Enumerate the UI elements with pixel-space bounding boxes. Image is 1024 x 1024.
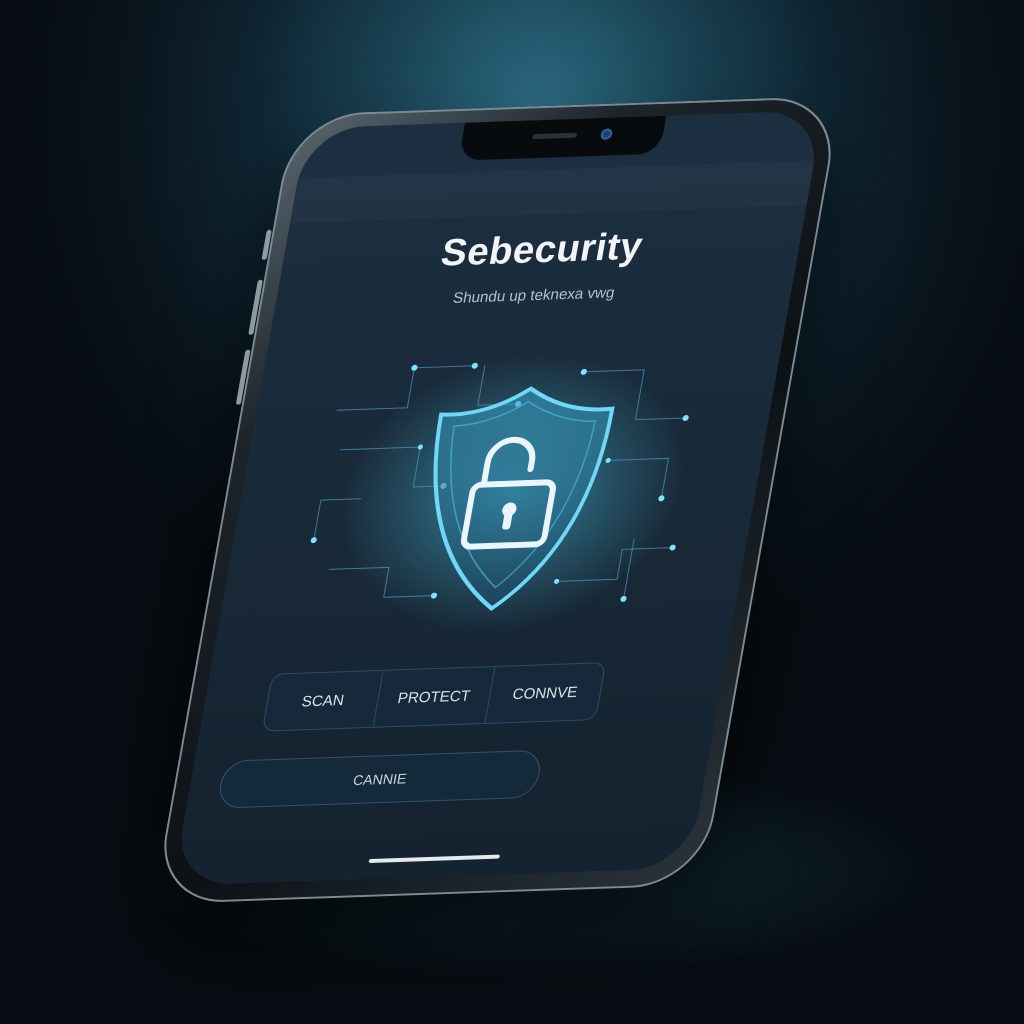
tab-protect[interactable]: PROTECT bbox=[373, 666, 496, 727]
home-indicator[interactable] bbox=[367, 854, 500, 864]
top-bar bbox=[290, 160, 814, 223]
mute-switch bbox=[261, 229, 272, 260]
tab-scan[interactable]: SCAN bbox=[262, 670, 384, 731]
phone-screen: Sebecurity Shundu up teknexa vwg SCAN PR… bbox=[172, 110, 824, 886]
notch bbox=[457, 115, 666, 161]
app-subtitle: Shundu up teknexa vwg bbox=[451, 284, 616, 307]
phone-stage: Sebecurity Shundu up teknexa vwg SCAN PR… bbox=[0, 0, 1024, 1024]
volume-down-button bbox=[235, 349, 251, 405]
front-camera-icon bbox=[599, 128, 613, 140]
speaker-grille bbox=[531, 132, 577, 140]
hero-illustration bbox=[274, 337, 730, 651]
volume-up-button bbox=[248, 279, 263, 335]
circuit-network bbox=[310, 353, 689, 634]
phone-device: Sebecurity Shundu up teknexa vwg SCAN PR… bbox=[153, 95, 842, 905]
app-title: Sebecurity bbox=[437, 225, 646, 275]
tab-connve[interactable]: CONNVE bbox=[485, 663, 605, 723]
primary-action-button[interactable]: CANNIE bbox=[216, 749, 544, 809]
mode-tabs: SCAN PROTECT CONNVE bbox=[261, 662, 607, 732]
